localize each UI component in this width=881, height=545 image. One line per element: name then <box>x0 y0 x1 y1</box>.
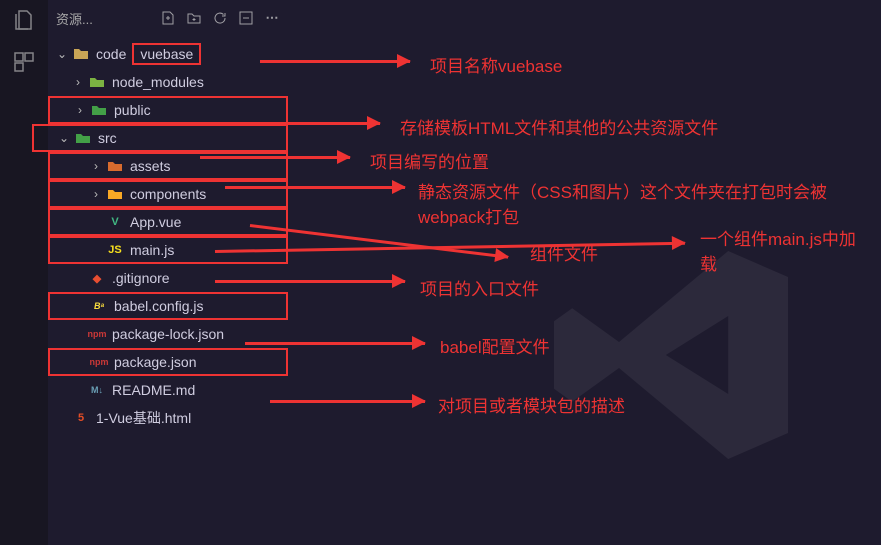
tree-label: components <box>130 186 206 202</box>
annotation-text: 静态资源文件（CSS和图片）这个文件夹在打包时会被webpack打包 <box>418 178 868 228</box>
arrow-icon <box>250 224 508 259</box>
explorer-header: 资源... ⋯ <box>48 0 288 36</box>
npm-icon: npm <box>90 353 108 371</box>
tree-label: node_modules <box>112 74 204 90</box>
tree-file-gitignore[interactable]: ◆ .gitignore <box>48 264 288 292</box>
more-icon[interactable]: ⋯ <box>264 10 280 26</box>
tree-label: public <box>114 102 151 118</box>
babel-icon: Bᵃ <box>90 297 108 315</box>
tree-file-babel-config[interactable]: Bᵃ babel.config.js <box>48 292 288 320</box>
tree-folder-public[interactable]: › public <box>48 96 288 124</box>
folder-icon <box>90 101 108 119</box>
tree-folder-components[interactable]: › components <box>48 180 288 208</box>
explorer-title: 资源... <box>56 9 160 28</box>
chevron-right-icon: › <box>74 103 86 117</box>
arrow-icon <box>260 60 410 63</box>
explorer-sidebar: 资源... ⋯ ⌄ code vuebase › node_modules › <box>48 0 288 545</box>
tree-file-app-vue[interactable]: V App.vue <box>48 208 288 236</box>
tree-file-package-json[interactable]: npm package.json <box>48 348 288 376</box>
extensions-icon[interactable] <box>12 50 36 74</box>
tree-label: App.vue <box>130 214 181 230</box>
folder-icon <box>74 129 92 147</box>
folder-icon <box>88 73 106 91</box>
arrow-icon <box>215 280 405 283</box>
arrow-icon <box>270 400 425 403</box>
files-icon[interactable] <box>12 8 36 32</box>
tree-file-vue-basics-html[interactable]: 5 1-Vue基础.html <box>48 404 288 432</box>
tree-label: src <box>98 130 117 146</box>
vue-icon: V <box>106 213 124 231</box>
chevron-down-icon: ⌄ <box>56 47 68 61</box>
chevron-down-icon: ⌄ <box>58 131 70 145</box>
new-file-icon[interactable] <box>160 10 176 26</box>
tree-label: README.md <box>112 382 195 398</box>
file-tree: ⌄ code vuebase › node_modules › public ⌄… <box>48 36 288 436</box>
new-folder-icon[interactable] <box>186 10 202 26</box>
annotation-text: 对项目或者模块包的描述 <box>438 392 625 417</box>
annotation-text: babel配置文件 <box>440 333 550 358</box>
annotation-text: 存储模板HTML文件和其他的公共资源文件 <box>400 114 718 139</box>
annotation-text: 一个组件main.js中加载 <box>700 225 870 275</box>
arrow-icon <box>200 156 350 159</box>
tree-label: .gitignore <box>112 270 170 286</box>
annotation-text: 项目的入口文件 <box>420 275 539 300</box>
activity-bar <box>0 0 48 545</box>
arrow-icon <box>245 342 425 345</box>
git-icon: ◆ <box>88 269 106 287</box>
tree-file-readme[interactable]: M↓ README.md <box>48 376 288 404</box>
tree-label: package.json <box>114 354 197 370</box>
tree-folder-code[interactable]: ⌄ code vuebase <box>48 40 288 68</box>
folder-icon <box>106 157 124 175</box>
folder-open-icon <box>72 45 90 63</box>
folder-icon <box>106 185 124 203</box>
tree-label: 1-Vue基础.html <box>96 408 191 428</box>
tree-label: code <box>96 46 126 62</box>
arrow-icon <box>230 122 380 125</box>
tree-label: babel.config.js <box>114 298 204 314</box>
tree-label: package-lock.json <box>112 326 224 342</box>
annotation-text: 项目名称vuebase <box>430 52 562 77</box>
tree-label: assets <box>130 158 170 174</box>
js-icon: JS <box>106 241 124 259</box>
tree-label: main.js <box>130 242 174 258</box>
html-icon: 5 <box>72 409 90 427</box>
npm-icon: npm <box>88 325 106 343</box>
collapse-icon[interactable] <box>238 10 254 26</box>
annotation-text: 项目编写的位置 <box>370 148 489 173</box>
tree-folder-src[interactable]: ⌄ src <box>32 124 288 152</box>
tree-folder-node_modules[interactable]: › node_modules <box>48 68 288 96</box>
arrow-icon <box>225 186 405 189</box>
chevron-right-icon: › <box>90 187 102 201</box>
markdown-icon: M↓ <box>88 381 106 399</box>
chevron-right-icon: › <box>72 75 84 89</box>
chevron-right-icon: › <box>90 159 102 173</box>
tree-label-vuebase: vuebase <box>132 43 201 65</box>
refresh-icon[interactable] <box>212 10 228 26</box>
